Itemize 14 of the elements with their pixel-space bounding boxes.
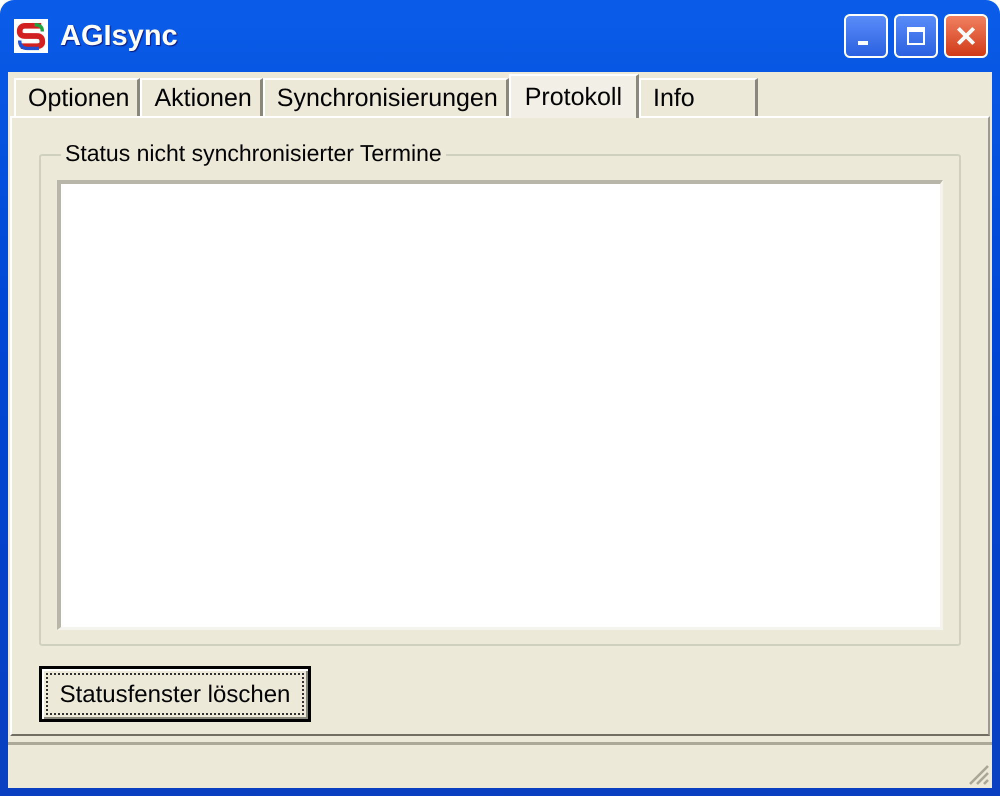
maximize-button[interactable] [894,14,938,58]
app-icon [14,19,48,53]
tab[interactable]: Optionen [14,78,140,116]
close-icon [955,25,977,47]
maximize-icon [906,26,926,46]
tab[interactable]: Aktionen [140,78,263,116]
minimize-button[interactable] [844,14,888,58]
tab[interactable]: Info [639,78,758,116]
tab[interactable]: Protokoll [508,74,640,118]
minimize-icon [858,41,868,45]
window-title: AGIsync [60,20,179,52]
tab[interactable]: Synchronisierungen [262,78,509,116]
clear-button[interactable]: Statusfenster löschen [39,666,311,722]
close-button[interactable] [944,14,988,58]
